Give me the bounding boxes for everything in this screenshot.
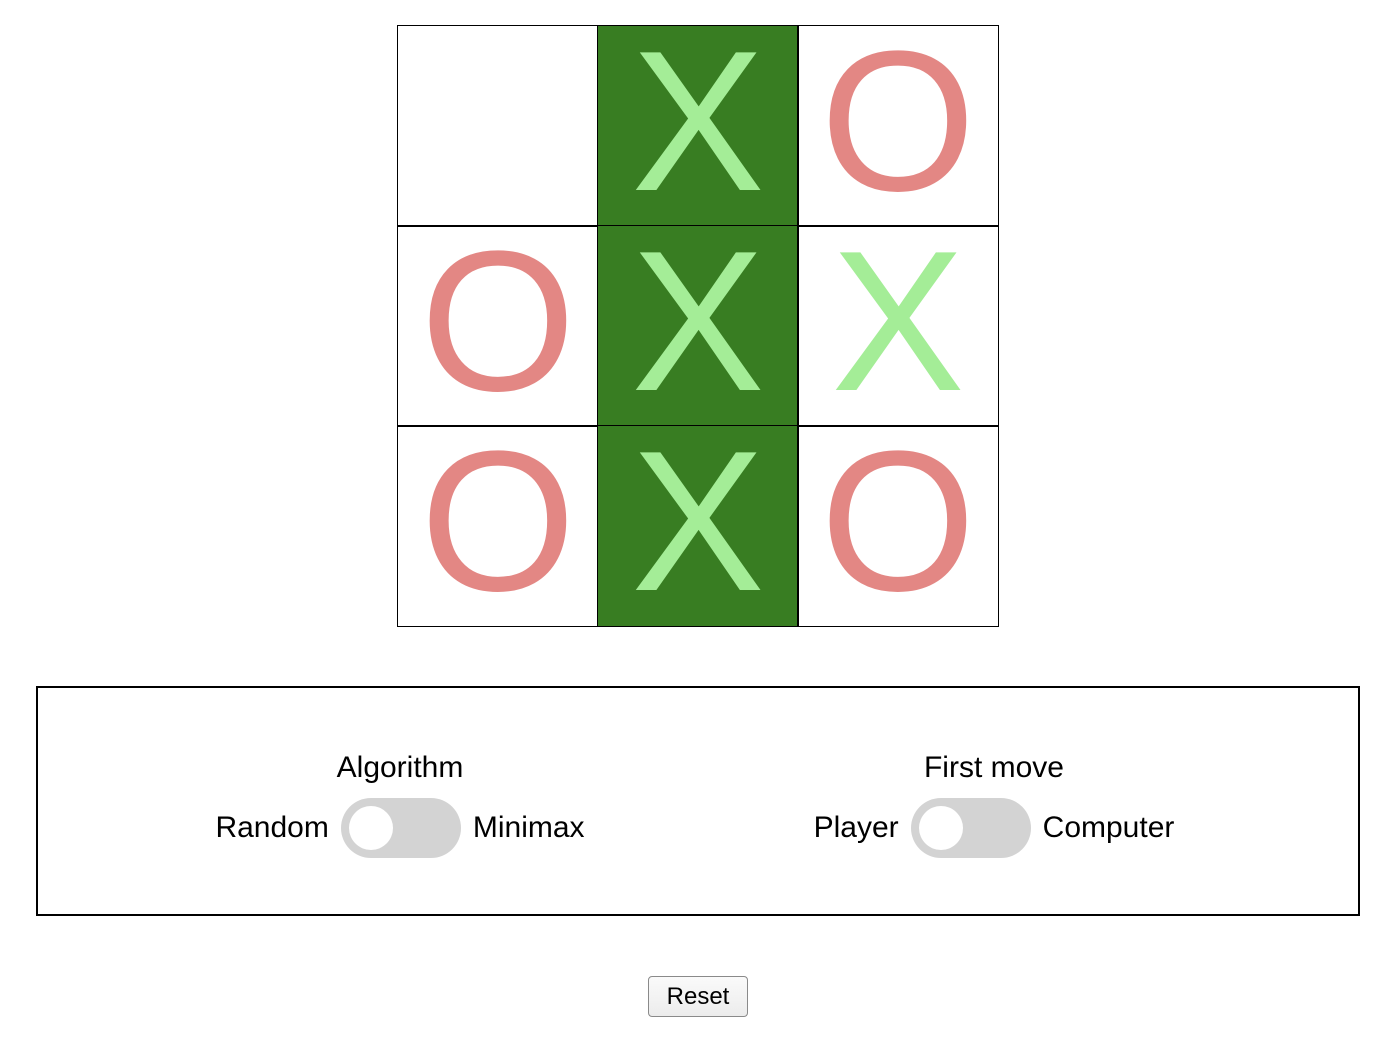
- board-cell-3[interactable]: O: [797, 25, 999, 227]
- cell-mark-3: O: [820, 25, 976, 227]
- cell-mark-4: O: [420, 225, 576, 427]
- board-cell-6[interactable]: X: [797, 225, 999, 427]
- first-move-group: First move Player Computer: [800, 748, 1188, 858]
- board-cell-2[interactable]: X: [597, 25, 799, 227]
- settings-panel: Algorithm Random Minimax First move Play…: [36, 686, 1360, 916]
- game-board: X O O X X O X O: [397, 25, 999, 627]
- board-cell-9[interactable]: O: [797, 425, 999, 627]
- board-cell-4[interactable]: O: [397, 225, 599, 427]
- algorithm-toggle-row: Random Minimax: [206, 798, 594, 858]
- algorithm-toggle[interactable]: [340, 798, 461, 858]
- cell-mark-6: X: [831, 225, 965, 427]
- first-move-toggle-knob: [918, 806, 963, 850]
- cell-mark-7: O: [420, 425, 576, 627]
- first-move-toggle-row: Player Computer: [800, 798, 1188, 858]
- board-cell-1[interactable]: [397, 25, 599, 227]
- board-cell-8[interactable]: X: [597, 425, 799, 627]
- algorithm-group: Algorithm Random Minimax: [206, 748, 594, 858]
- first-move-title: First move: [923, 751, 1064, 784]
- algorithm-random-label: Random: [215, 811, 329, 844]
- cell-mark-5: X: [631, 225, 765, 427]
- cell-mark-2: X: [631, 25, 765, 227]
- cell-mark-8: X: [631, 425, 765, 627]
- cell-mark-9: O: [820, 425, 976, 627]
- algorithm-toggle-knob: [348, 806, 393, 850]
- board-cell-5[interactable]: X: [597, 225, 799, 427]
- algorithm-minimax-label: Minimax: [472, 811, 585, 844]
- first-move-toggle[interactable]: [910, 798, 1031, 858]
- reset-button[interactable]: Reset: [648, 976, 748, 1017]
- first-move-computer-label: Computer: [1042, 811, 1175, 844]
- board-cell-7[interactable]: O: [397, 425, 599, 627]
- first-move-player-label: Player: [813, 811, 899, 844]
- algorithm-title: Algorithm: [336, 751, 464, 784]
